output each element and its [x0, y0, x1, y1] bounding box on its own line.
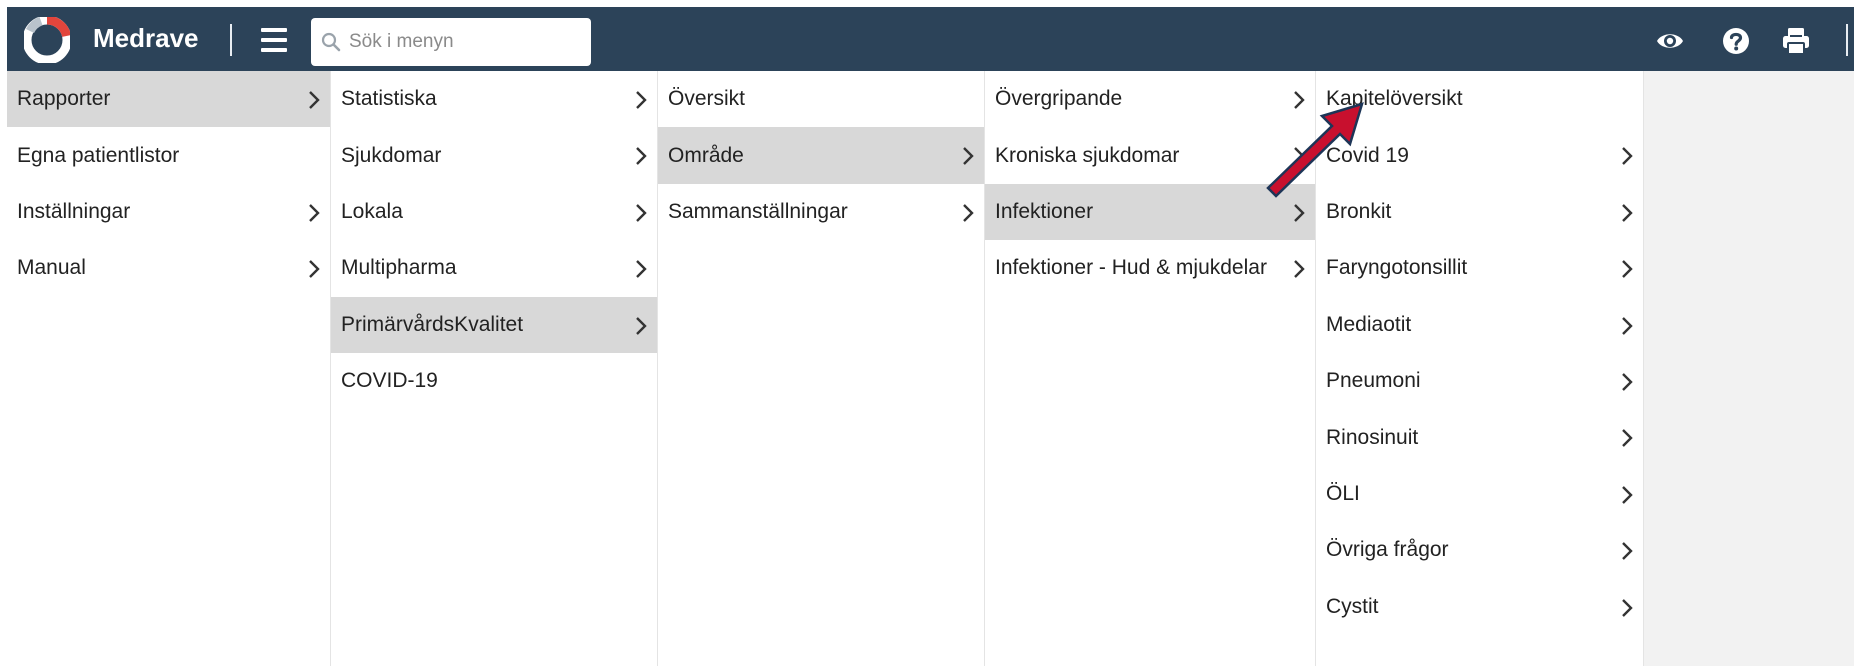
menu-item-label: Infektioner - Hud & mjukdelar	[995, 256, 1267, 280]
menu-item-label: Cystit	[1326, 594, 1379, 618]
chevron-right-icon	[1622, 203, 1633, 222]
menu-item[interactable]: Rapporter	[7, 71, 330, 128]
menu-item-label: Faryngotonsillit	[1326, 256, 1468, 280]
chevron-right-icon	[309, 260, 320, 279]
search-field[interactable]	[311, 18, 591, 66]
menu-item[interactable]: Bronkit	[1316, 184, 1643, 240]
menu-item[interactable]: Multipharma	[331, 240, 657, 296]
menu-item-label: Covid 19	[1326, 143, 1409, 167]
menu-item-label: COVID-19	[341, 369, 438, 393]
menu-item-label: Egna patientlistor	[17, 143, 180, 167]
menu-item[interactable]: Cystit	[1316, 579, 1643, 635]
menu-item-label: Statistiska	[341, 87, 437, 111]
top-bar: Medrave	[7, 7, 1854, 71]
menu-column-1: Rapporter Egna patientlistor Inställningar…	[7, 71, 331, 666]
menu-item[interactable]: Översikt	[658, 71, 984, 127]
chevron-right-icon	[636, 203, 647, 222]
menu-column-3: Översikt Område Sammanställningar	[658, 71, 985, 666]
menu-item-label: Kroniska sjukdomar	[995, 143, 1180, 167]
brand-name: Medrave	[93, 23, 199, 53]
chevron-right-icon	[1622, 373, 1633, 391]
chevron-right-icon	[1622, 485, 1633, 504]
menu-item-label: Pneumoni	[1326, 369, 1421, 393]
chevron-right-icon	[1294, 260, 1305, 279]
menu-item[interactable]: ÖLI	[1316, 466, 1643, 522]
menu-item-label: Övergripande	[995, 87, 1123, 111]
menu-item-label: Rinosinuit	[1326, 425, 1419, 449]
menu-item-label: Inställningar	[17, 199, 131, 223]
menu-item[interactable]: Övriga frågor	[1316, 522, 1643, 578]
menu-item-label: PrimärvårdsKvalitet	[341, 312, 524, 336]
menu-item[interactable]: Övergripande	[985, 71, 1315, 127]
menu-item-label: Lokala	[341, 199, 403, 223]
menu-item-label: Sammanställningar	[668, 199, 848, 223]
menu-item[interactable]: COVID-19	[331, 353, 657, 409]
menu-column-2: Statistiska Sjukdomar Lokala Multipharma Pri…	[331, 71, 658, 666]
menu-item-label: Multipharma	[341, 256, 457, 280]
menu-item[interactable]: Statistiska	[331, 71, 657, 127]
menu-item-label: Infektioner	[995, 199, 1094, 223]
menu-item-label: Kapitelöversikt	[1326, 87, 1463, 111]
chevron-right-icon	[1622, 542, 1633, 560]
print-icon[interactable]	[1781, 26, 1811, 56]
menu-item[interactable]: Egna patientlistor	[7, 127, 330, 183]
chevron-right-icon	[636, 91, 647, 109]
chevron-right-icon	[636, 260, 647, 279]
menu-item-label: Bronkit	[1326, 199, 1392, 223]
menu-item[interactable]: Mediaotit	[1316, 297, 1643, 353]
divider	[230, 24, 232, 56]
search-icon	[321, 32, 341, 52]
chevron-right-icon	[1622, 260, 1633, 279]
chevron-right-icon	[636, 147, 647, 166]
menu-item-label: Översikt	[668, 87, 746, 111]
menu-item[interactable]: Inställningar	[7, 184, 330, 240]
menu-item-label: Område	[668, 143, 744, 167]
menu-column-4: Övergripande Kroniska sjukdomar Infektione…	[985, 71, 1316, 666]
menu-item[interactable]: Infektioner - Hud & mjukdelar	[985, 240, 1315, 296]
divider	[1846, 24, 1848, 56]
menu-item-label: Mediaotit	[1326, 312, 1412, 336]
chevron-right-icon	[963, 203, 974, 222]
menu-item-label: ÖLI	[1326, 481, 1360, 505]
chevron-right-icon	[309, 91, 320, 109]
chevron-right-icon	[1294, 203, 1305, 222]
menu-item[interactable]: Manual	[7, 240, 330, 296]
menu-item[interactable]: Covid 19	[1316, 127, 1643, 183]
chevron-right-icon	[1622, 316, 1633, 335]
menu-item[interactable]: Område	[658, 127, 984, 184]
chevron-right-icon	[1622, 147, 1633, 166]
menu-item[interactable]: Kroniska sjukdomar	[985, 127, 1315, 183]
menu-item-label: Manual	[17, 256, 86, 280]
menu-item-label: Rapporter	[17, 87, 111, 111]
menu-column-5: Kapitelöversikt Covid 19 Bronkit Faryngoton…	[1316, 71, 1644, 666]
chevron-right-icon	[1622, 429, 1633, 448]
menu-item-label: Sjukdomar	[341, 143, 442, 167]
menu-icon[interactable]	[261, 28, 287, 52]
search-input[interactable]	[349, 18, 584, 66]
medrave-logo[interactable]	[24, 17, 70, 63]
help-icon[interactable]	[1721, 26, 1751, 56]
menu-item[interactable]: PrimärvårdsKvalitet	[331, 296, 657, 353]
chevron-right-icon	[1294, 147, 1305, 166]
chevron-right-icon	[309, 203, 320, 222]
menu-item[interactable]: Sjukdomar	[331, 127, 657, 183]
empty-panel	[1644, 71, 1854, 666]
menu-item[interactable]: Kapitelöversikt	[1316, 71, 1643, 127]
menu-item[interactable]: Pneumoni	[1316, 353, 1643, 409]
menu-item[interactable]: Rinosinuit	[1316, 409, 1643, 465]
chevron-right-icon	[1622, 598, 1633, 617]
chevron-right-icon	[636, 316, 647, 335]
menu-item[interactable]: Sammanställningar	[658, 184, 984, 240]
chevron-right-icon	[1294, 91, 1305, 109]
menu-item[interactable]: Faryngotonsillit	[1316, 240, 1643, 296]
menu-item-label: Övriga frågor	[1326, 538, 1449, 562]
eye-icon[interactable]	[1655, 26, 1685, 56]
chevron-right-icon	[963, 147, 974, 166]
menu-item[interactable]: Infektioner	[985, 183, 1315, 241]
menu-item[interactable]: Lokala	[331, 184, 657, 240]
